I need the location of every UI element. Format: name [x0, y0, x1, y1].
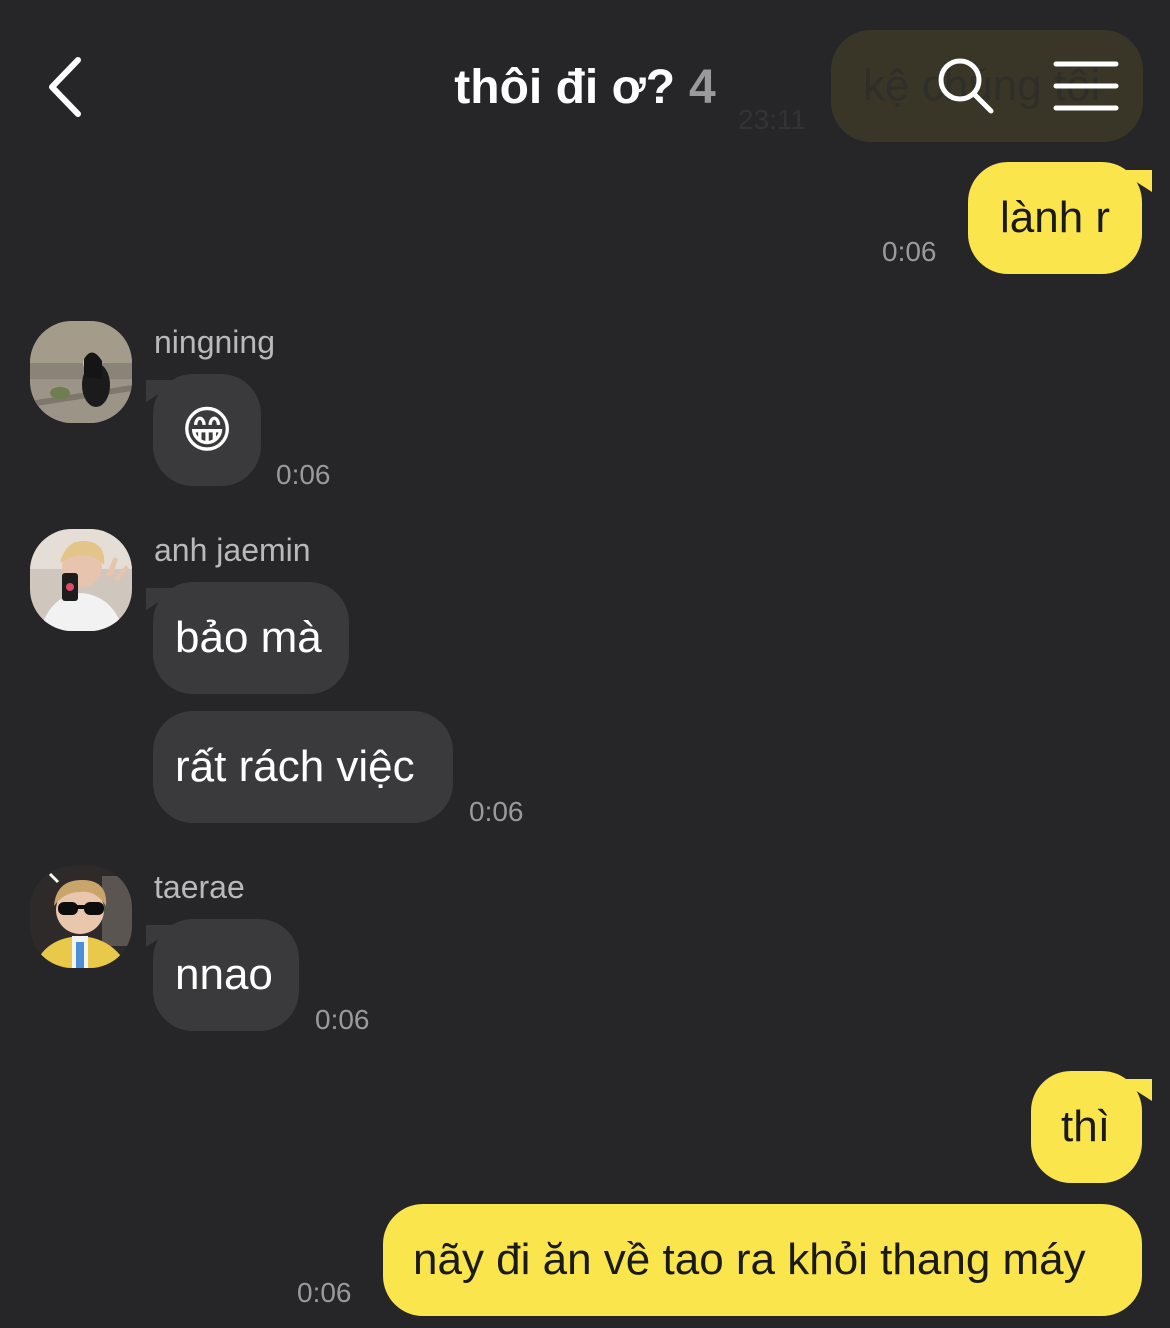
bubble-tail — [1118, 1079, 1152, 1101]
message-time: 0:06 — [276, 459, 331, 490]
sender-name: anh jaemin — [154, 532, 311, 568]
hamburger-menu-icon — [1053, 61, 1119, 111]
avatar-ningning[interactable] — [30, 321, 132, 423]
message-time: 0:06 — [882, 236, 937, 267]
my-message-bubble[interactable]: nãy đi ăn về tao ra khỏi thang máy — [383, 1204, 1142, 1316]
other-message-bubble[interactable]: rất rách việc — [153, 711, 453, 823]
avatar-taerae[interactable] — [30, 866, 132, 968]
message-time: 0:06 — [469, 796, 524, 827]
menu-button[interactable] — [1052, 58, 1120, 114]
message-time: 0:06 — [297, 1277, 352, 1308]
bubble-tail — [1118, 170, 1152, 192]
message-text: lành r — [1000, 193, 1111, 242]
avatar-anh-jaemin[interactable] — [30, 529, 132, 631]
sender-name: taerae — [154, 869, 245, 905]
profile-photo — [30, 529, 132, 631]
my-message-bubble[interactable]: lành r — [968, 162, 1142, 274]
profile-photo — [30, 866, 132, 968]
message-text: rất rách việc — [175, 742, 415, 791]
message-text: nãy đi ăn về tao ra khỏi thang máy — [413, 1235, 1086, 1284]
grinning-face-emoji: 😁 — [180, 401, 234, 459]
profile-photo — [30, 321, 132, 423]
member-count: 4 — [689, 61, 716, 114]
other-message-bubble[interactable]: 😁 — [153, 374, 261, 486]
message-text: nnao — [175, 950, 273, 999]
search-icon — [938, 58, 994, 114]
other-message-bubble[interactable]: bảo mà — [153, 582, 349, 694]
search-button[interactable] — [934, 54, 998, 118]
sender-name: ningning — [154, 324, 275, 360]
message-time: 0:06 — [315, 1004, 370, 1035]
message-text: thì — [1061, 1102, 1110, 1151]
other-message-bubble[interactable]: nnao — [153, 919, 299, 1031]
message-text: bảo mà — [175, 613, 322, 662]
chat-title-text: thôi đi ơ? — [454, 61, 676, 114]
